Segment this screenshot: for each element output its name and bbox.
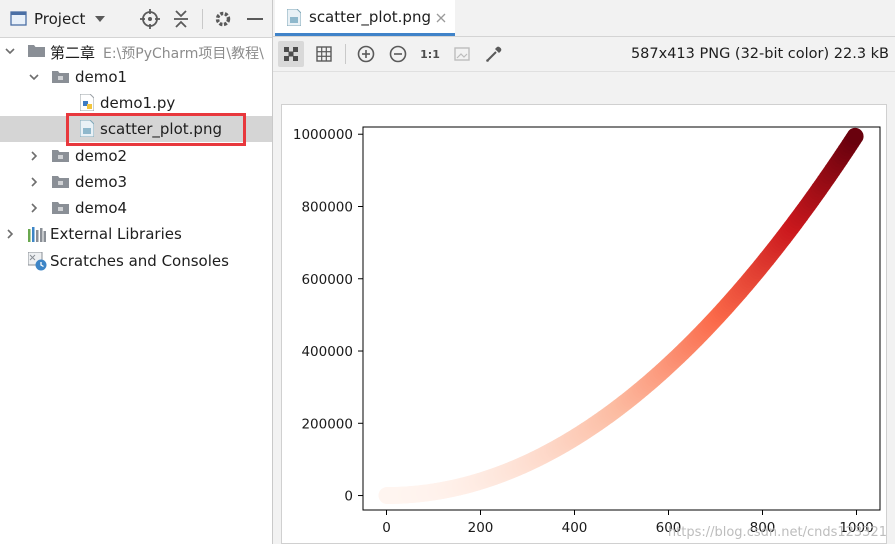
tree-item-label: demo1.py: [100, 94, 176, 112]
y-tick-label: 600000: [301, 272, 353, 288]
folder-icon: [52, 150, 69, 162]
close-icon[interactable]: [436, 13, 446, 23]
folder-icon: [52, 176, 69, 188]
tree-item-label: 第二章: [50, 44, 96, 62]
tree-item-label: demo1: [75, 68, 128, 86]
project-panel-title: Project: [34, 9, 86, 28]
folder-icon: [28, 45, 45, 57]
folder-icon: [52, 202, 69, 214]
editor-tab-bar: scatter_plot.png: [273, 0, 895, 37]
scatter-series: [378, 127, 864, 505]
plot-area-frame: [362, 126, 881, 511]
collapse-all-icon: [174, 9, 188, 28]
locate-button[interactable]: [140, 0, 160, 37]
tree-item-label: demo3: [75, 173, 128, 191]
chevron-down-icon[interactable]: [5, 46, 15, 56]
project-window-icon: [10, 11, 27, 26]
y-tick-label: 400000: [301, 344, 353, 360]
scatter-point: [846, 127, 864, 145]
zoom-in-button[interactable]: [353, 41, 379, 67]
tab-label: scatter_plot.png: [309, 8, 431, 26]
tree-item-label: External Libraries: [50, 225, 182, 243]
tree-item-scratches[interactable]: Scratches and Consoles: [0, 248, 272, 274]
header-divider: [202, 9, 203, 29]
chevron-right-icon[interactable]: [29, 151, 39, 161]
python-file-icon: [80, 94, 94, 111]
grid-icon: [316, 46, 332, 62]
tree-item-external-libraries[interactable]: External Libraries: [0, 221, 272, 247]
tree-item-demo1[interactable]: demo1: [0, 64, 272, 90]
transparency-chessboard-button[interactable]: [278, 41, 304, 67]
zoom-out-button[interactable]: [385, 41, 411, 67]
image-toolbar: 1:1 587x413 PNG (32-bit color) 22.3 kB: [273, 37, 895, 72]
chessboard-icon: [284, 47, 298, 61]
tree-item-demo2[interactable]: demo2: [0, 143, 272, 169]
tree-item-root[interactable]: 第二章 E:\预PyCharm项目\教程\: [0, 38, 272, 64]
image-preview: 0 200 400 600 800 1000 0 200000 400000 600000 800…: [281, 104, 887, 544]
actual-size-button[interactable]: 1:1: [417, 41, 443, 67]
minimize-icon: [247, 17, 263, 20]
chevron-down-icon[interactable]: [29, 72, 39, 82]
grid-button[interactable]: [311, 41, 337, 67]
fit-zoom-button[interactable]: [449, 41, 475, 67]
highlight-annotation-box: [66, 113, 246, 146]
watermark: https://blog.csdn.net/cnds123321: [667, 525, 887, 540]
fit-to-window-icon: [454, 47, 470, 61]
x-tick-label: 400: [562, 520, 588, 536]
tree-item-demo3[interactable]: demo3: [0, 169, 272, 195]
toolbar-divider: [345, 44, 346, 64]
y-tick-label: 1000000: [293, 127, 353, 143]
chevron-right-icon[interactable]: [5, 229, 15, 239]
scratches-icon: [28, 252, 47, 271]
editor-area: scatter_plot.png 1:1 587x413 PNG (32-bit…: [273, 0, 895, 544]
y-tick-label: 800000: [301, 199, 353, 215]
project-view-selector[interactable]: Project: [10, 0, 106, 37]
x-tick-label: 0: [382, 520, 391, 536]
image-info: 587x413 PNG (32-bit color) 22.3 kB: [630, 46, 889, 62]
zoom-in-icon: [357, 45, 375, 63]
tree-item-label: demo2: [75, 147, 128, 165]
project-panel: Project 第二章 E:\预PyCharm项目\教程\ demo1 demo…: [0, 0, 273, 544]
image-file-icon: [287, 9, 301, 26]
tree-item-label: demo4: [75, 199, 128, 217]
chevron-right-icon[interactable]: [29, 177, 39, 187]
project-panel-header: Project: [0, 0, 272, 38]
y-tick-label: 200000: [301, 416, 353, 432]
image-canvas-area: 0 200 400 600 800 1000 0 200000 400000 600000 800…: [273, 72, 895, 544]
eyedropper-icon: [486, 46, 502, 62]
library-icon: [28, 227, 46, 242]
scatter-chart: 0 200 400 600 800 1000 0200000400000600000800…: [293, 126, 881, 536]
tree-item-path: E:\预PyCharm项目\教程\: [103, 46, 264, 62]
tab-scatter-plot-png[interactable]: scatter_plot.png: [275, 0, 455, 36]
x-tick-label: 200: [468, 520, 494, 536]
chevron-right-icon[interactable]: [29, 203, 39, 213]
crosshair-icon: [140, 8, 160, 29]
folder-icon: [52, 71, 69, 83]
y-tick-label: 0: [344, 489, 353, 505]
collapse-all-button[interactable]: [173, 0, 189, 37]
zoom-out-icon: [389, 45, 407, 63]
tree-item-demo4[interactable]: demo4: [0, 195, 272, 221]
hide-panel-button[interactable]: [247, 0, 263, 37]
color-picker-button[interactable]: [481, 41, 507, 67]
settings-button[interactable]: [214, 0, 232, 37]
gear-icon: [215, 11, 231, 26]
tree-item-label: Scratches and Consoles: [50, 252, 229, 270]
chevron-down-icon: [95, 15, 106, 22]
